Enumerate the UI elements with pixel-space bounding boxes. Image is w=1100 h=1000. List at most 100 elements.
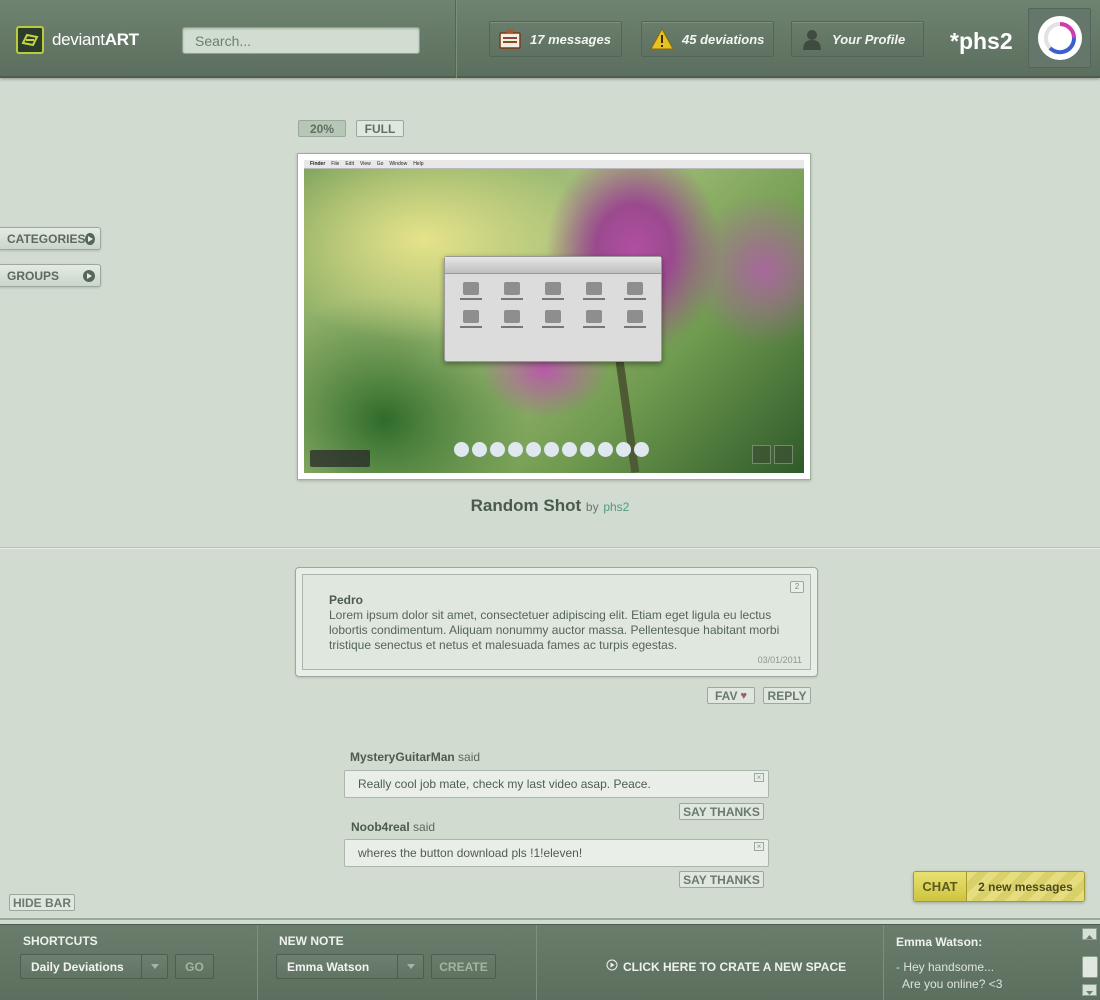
- sidebar-item-label: GROUPS: [7, 268, 60, 283]
- say-thanks-button[interactable]: SAY THANKS: [679, 871, 764, 888]
- header-divider: [455, 0, 457, 78]
- fav-button[interactable]: FAV ♥: [707, 687, 755, 704]
- heart-icon: ♥: [740, 689, 747, 702]
- deviation-image-frame[interactable]: Finder File Edit View Go Window Help: [297, 153, 811, 480]
- scroll-up-icon[interactable]: [1082, 928, 1097, 940]
- top-bar: deviantART 17 messages 45 deviations You…: [0, 0, 1100, 78]
- user-icon: [792, 28, 832, 50]
- deviation-image: Finder File Edit View Go Window Help: [304, 160, 804, 473]
- arrow-right-icon: [85, 232, 95, 245]
- go-button[interactable]: GO: [175, 954, 214, 979]
- close-icon[interactable]: ×: [754, 773, 764, 782]
- reply-author-line: Noob4real said: [351, 820, 436, 834]
- messages-label: 17 messages: [530, 31, 611, 47]
- sidebar-item-categories[interactable]: CATEGORIES: [0, 227, 101, 250]
- hide-bar-button[interactable]: HIDE BAR: [9, 894, 75, 911]
- reply-count-badge[interactable]: 2: [790, 581, 804, 593]
- profile-button[interactable]: Your Profile: [791, 21, 924, 57]
- username[interactable]: *phs2: [950, 28, 1013, 55]
- new-note-title: NEW NOTE: [279, 934, 344, 948]
- folder-icon: [614, 310, 655, 328]
- full-view-button[interactable]: FULL: [356, 120, 404, 137]
- create-button[interactable]: CREATE: [431, 954, 496, 979]
- reply-comment: Really cool job mate, check my last vide…: [344, 770, 769, 798]
- new-space-label: CLICK HERE TO CRATE A NEW SPACE: [623, 959, 847, 974]
- note-recipient-value: Emma Watson: [287, 959, 370, 974]
- play-circle-icon: [606, 959, 618, 974]
- close-icon[interactable]: ×: [754, 842, 764, 851]
- folder-icon: [492, 310, 533, 328]
- avatar[interactable]: [1028, 8, 1091, 68]
- shortcuts-value: Daily Deviations: [31, 959, 124, 974]
- desktop-menubar: Finder File Edit View Go Window Help: [304, 160, 804, 169]
- note-recipient-select[interactable]: Emma Watson: [276, 954, 424, 979]
- shortcuts-select[interactable]: Daily Deviations: [20, 954, 168, 979]
- warning-icon: [642, 28, 682, 50]
- chat-contact-name: Emma Watson:: [896, 935, 983, 949]
- comment-text: Lorem ipsum dolor sit amet, consectetuer…: [329, 608, 780, 652]
- deviations-label: 45 deviations: [682, 31, 765, 47]
- zoom-20-button[interactable]: 20%: [298, 120, 346, 137]
- chat-widget[interactable]: CHAT 2 new messages: [913, 871, 1085, 902]
- say-thanks-button[interactable]: SAY THANKS: [679, 803, 764, 820]
- bottom-divider: [257, 925, 258, 1000]
- section-divider: [0, 547, 1100, 549]
- sidebar-item-groups[interactable]: GROUPS: [0, 264, 101, 287]
- bottom-divider: [883, 925, 884, 1000]
- deviantart-logo[interactable]: deviantART: [16, 26, 139, 54]
- deviation-title-block: Random Shot by phs2: [0, 496, 1100, 516]
- finder-toolbar: [445, 257, 661, 274]
- reply-text: wheres the button download pls !1!eleven…: [358, 846, 583, 860]
- chat-scrollbar[interactable]: [1082, 928, 1098, 998]
- scrollbar-thumb[interactable]: [1082, 956, 1098, 978]
- folder-icon: [492, 282, 533, 300]
- folder-icon: [573, 310, 614, 328]
- desktop-widget: [310, 450, 370, 467]
- reply-author-line: MysteryGuitarMan said: [350, 750, 481, 764]
- comment-date: 03/01/2011: [757, 655, 802, 665]
- folder-icon: [451, 310, 492, 328]
- arrow-right-icon: [83, 269, 95, 282]
- deviations-button[interactable]: 45 deviations: [641, 21, 774, 57]
- by-label: by: [585, 500, 599, 514]
- chat-line: - Hey handsome...: [896, 960, 995, 974]
- bottom-bar: SHORTCUTS Daily Deviations GO NEW NOTE E…: [0, 924, 1100, 1000]
- deviation-title: Random Shot: [470, 496, 582, 515]
- search-input[interactable]: [182, 27, 420, 54]
- shortcuts-title: SHORTCUTS: [23, 934, 98, 948]
- scroll-down-icon[interactable]: [1082, 984, 1097, 996]
- chat-transcript: - Hey handsome... Are you online? <3: [896, 959, 1002, 993]
- folder-icon: [533, 310, 574, 328]
- comment: Pedro Lorem ipsum dolor sit amet, consec…: [295, 567, 818, 677]
- desktop-arrows: [752, 445, 793, 464]
- bottom-divider: [536, 925, 537, 1000]
- chat-line: Are you online? <3: [902, 977, 1003, 991]
- reply-author[interactable]: Noob4real: [351, 820, 410, 834]
- logo-text: deviantART: [52, 30, 139, 49]
- folder-icon: [533, 282, 574, 300]
- bottom-bar-divider: [0, 918, 1100, 920]
- avatar-ring-icon: [1037, 16, 1082, 60]
- folder-icon: [451, 282, 492, 300]
- chevron-down-icon: [397, 955, 423, 978]
- sidebar-item-label: CATEGORIES: [7, 231, 86, 246]
- reply-text: Really cool job mate, check my last vide…: [358, 777, 651, 791]
- deviantart-logo-icon: [16, 26, 44, 54]
- folder-icon: [614, 282, 655, 300]
- chevron-down-icon: [141, 955, 167, 978]
- desktop-dock: [454, 442, 649, 457]
- messages-button[interactable]: 17 messages: [489, 21, 622, 57]
- comment-author[interactable]: Pedro: [329, 593, 784, 607]
- folder-icon: [573, 282, 614, 300]
- fav-label: FAV: [715, 688, 738, 703]
- messages-icon: [490, 29, 530, 49]
- reply-button[interactable]: REPLY: [763, 687, 811, 704]
- deviation-author-link[interactable]: phs2: [603, 500, 629, 514]
- reply-author[interactable]: MysteryGuitarMan: [350, 750, 455, 764]
- profile-label: Your Profile: [832, 31, 906, 47]
- chat-label: CHAT: [914, 872, 967, 901]
- new-space-link[interactable]: CLICK HERE TO CRATE A NEW SPACE: [606, 959, 846, 974]
- reply-comment: wheres the button download pls !1!eleven…: [344, 839, 769, 867]
- chat-new-messages: 2 new messages: [967, 872, 1084, 901]
- finder-window: [444, 256, 662, 362]
